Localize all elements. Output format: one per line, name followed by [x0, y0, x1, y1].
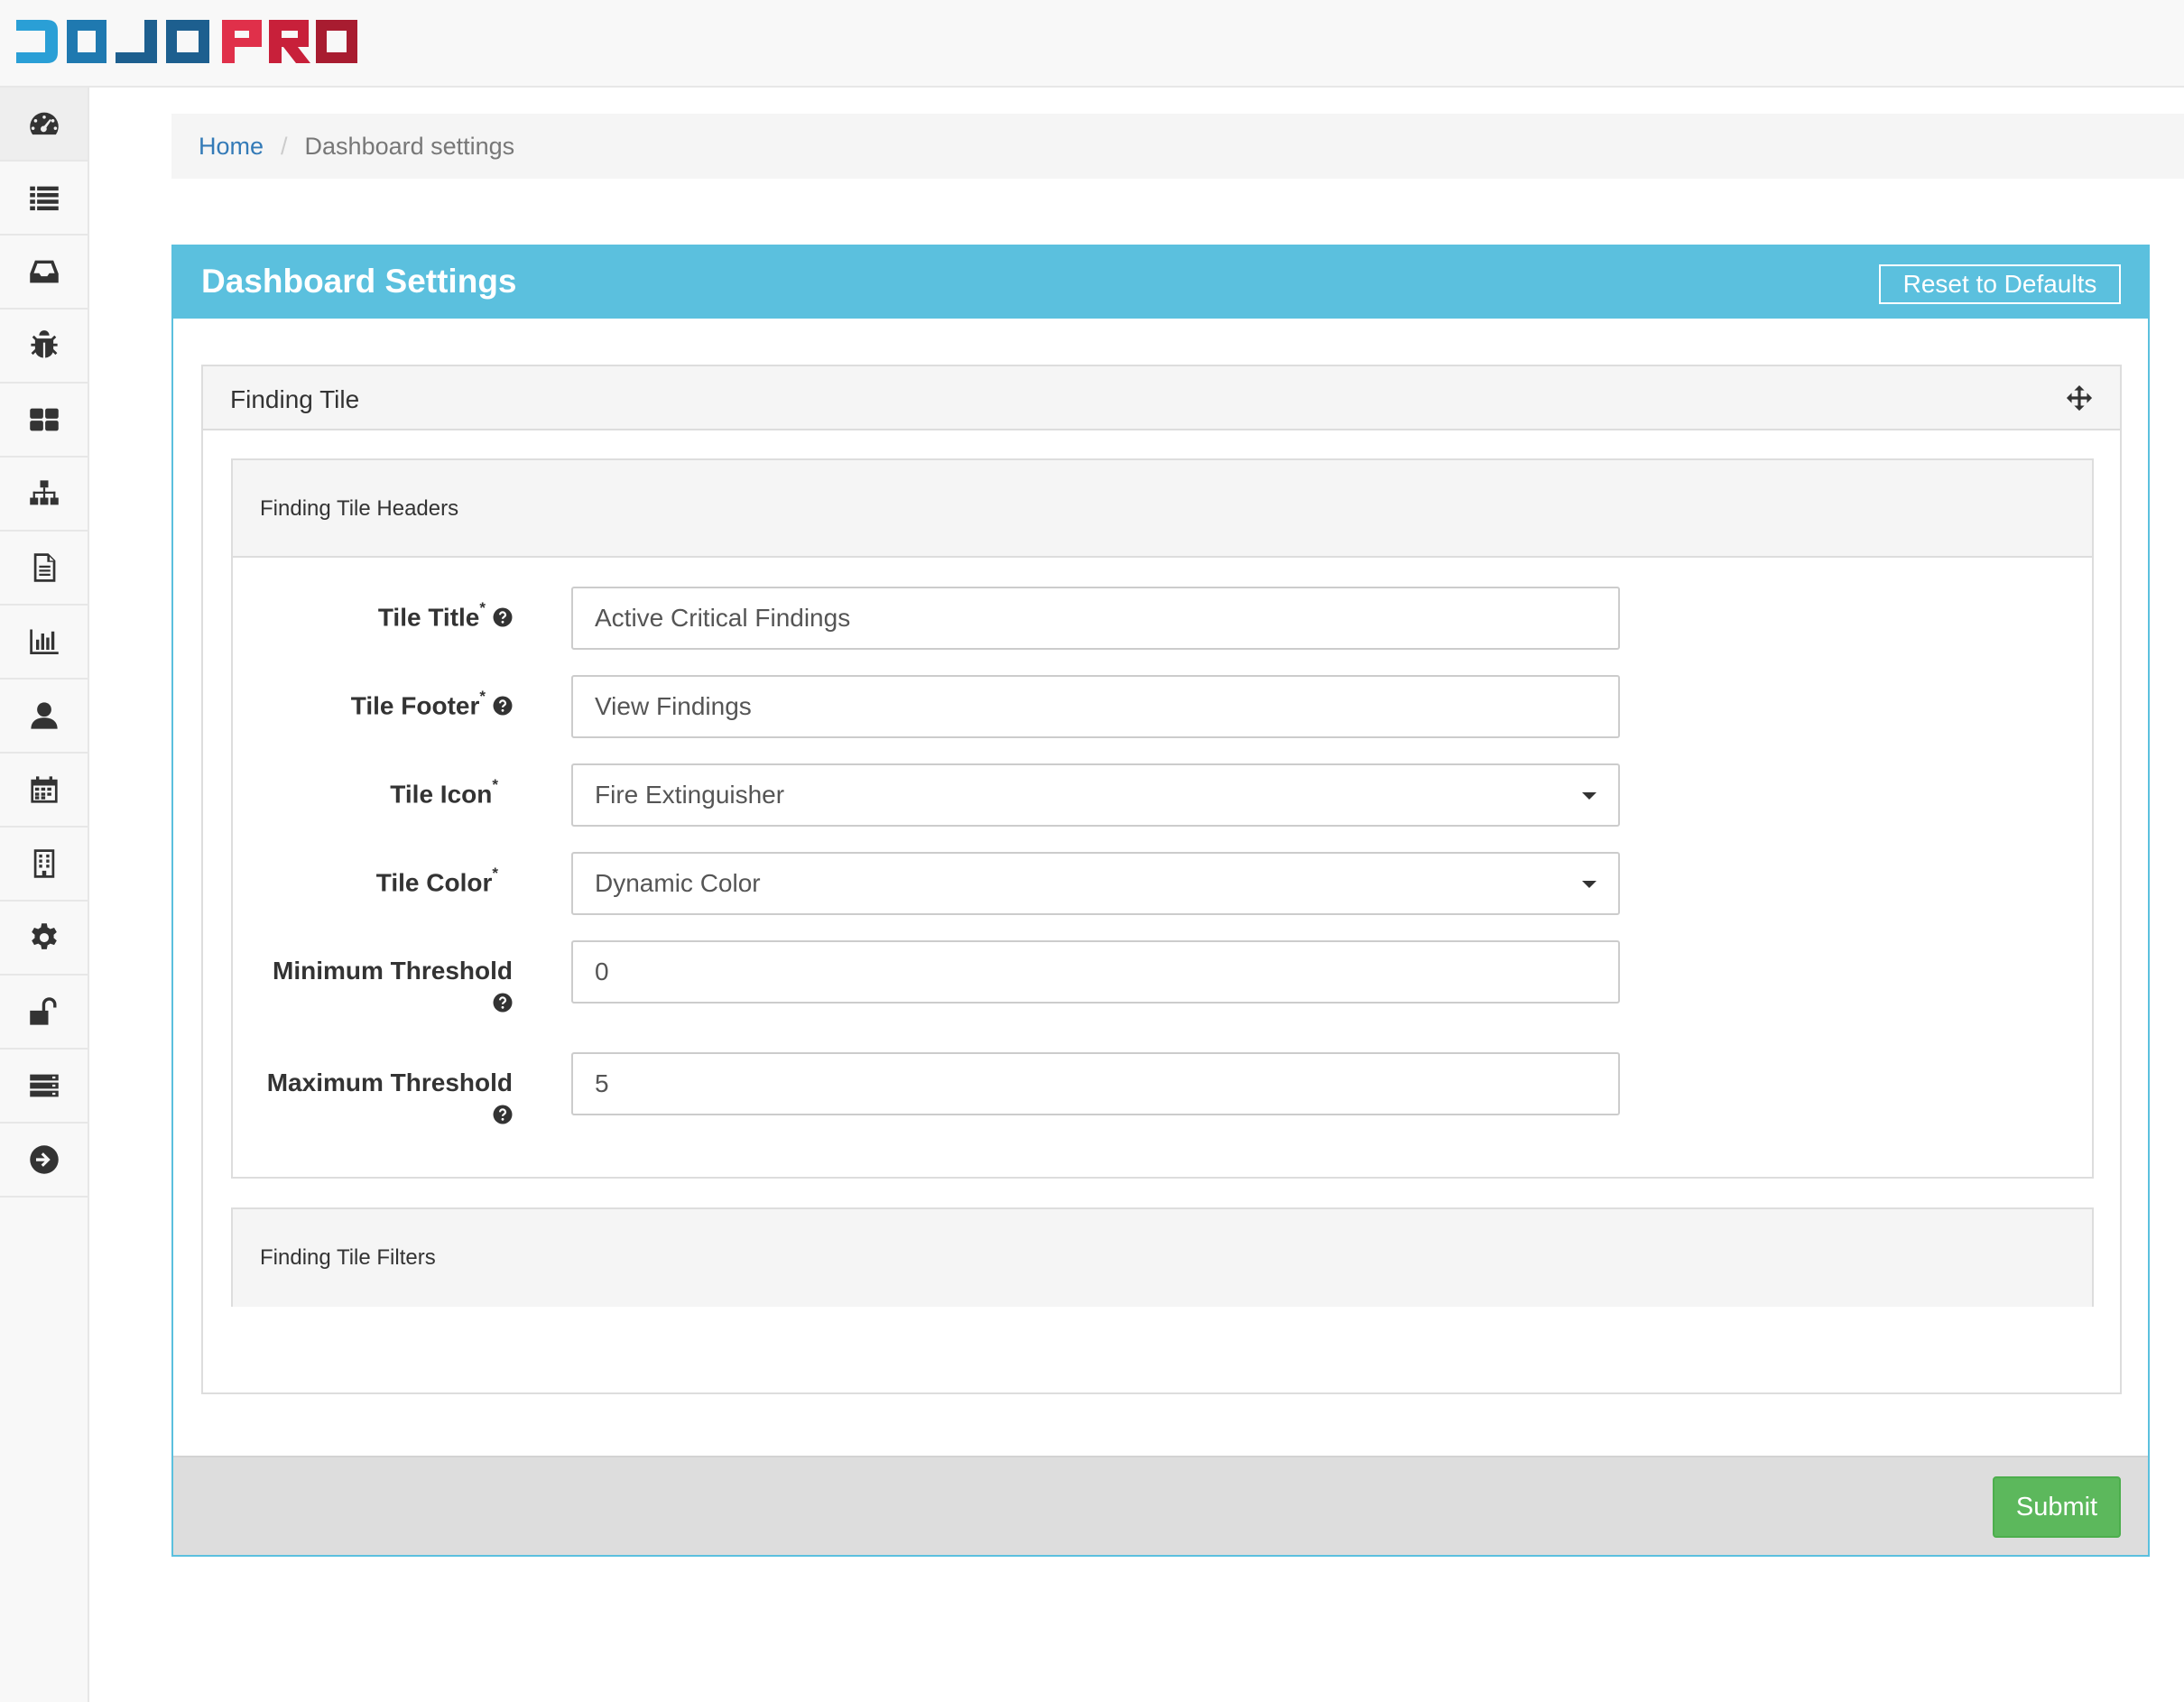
dashboard-icon	[29, 112, 59, 135]
tile-icon-label: Tile Icon*	[390, 776, 498, 809]
sidebar-item-users[interactable]	[0, 680, 88, 754]
dojo-pro-logo[interactable]	[16, 18, 357, 65]
tile-title-input[interactable]: Active Critical Findings	[571, 587, 1620, 650]
tile-icon-selected-value: Fire Extinguisher	[595, 781, 785, 809]
breadcrumb-home-link[interactable]: Home	[199, 133, 264, 161]
finding-tile-panel: Finding Tile Finding Tile Headers Tile T…	[201, 365, 2122, 1394]
sidebar-item-logout[interactable]	[0, 1124, 88, 1198]
list-icon	[29, 186, 59, 211]
panel-footer: Submit	[173, 1456, 2148, 1555]
minimum-threshold-label: Minimum Threshold	[273, 957, 513, 985]
move-icon[interactable]	[2066, 384, 2093, 412]
help-icon[interactable]	[493, 993, 513, 1013]
breadcrumb-current: Dashboard settings	[304, 132, 515, 160]
tile-title-label-text: Tile Title	[377, 603, 480, 632]
help-icon[interactable]	[493, 693, 513, 716]
sidebar	[0, 88, 89, 1702]
gear-icon	[31, 923, 57, 949]
sidebar-item-reports[interactable]	[0, 532, 88, 606]
calendar-icon	[30, 776, 58, 803]
bar-chart-icon	[29, 629, 59, 654]
bug-icon	[30, 330, 58, 358]
chevron-down-icon	[1582, 792, 1596, 800]
breadcrumb: Home / Dashboard settings	[171, 114, 2184, 179]
sidebar-item-organization[interactable]	[0, 828, 88, 902]
server-icon	[29, 1074, 59, 1097]
sidebar-item-calendar[interactable]	[0, 754, 88, 828]
finding-tile-heading: Finding Tile	[203, 366, 2120, 430]
reset-to-defaults-button[interactable]: Reset to Defaults	[1879, 264, 2121, 304]
tile-color-label-text: Tile Color	[375, 868, 493, 897]
finding-tile-headers-heading: Finding Tile Headers	[233, 460, 2092, 558]
sidebar-item-products[interactable]	[0, 384, 88, 458]
submit-button[interactable]: Submit	[1993, 1476, 2121, 1538]
grid-icon	[29, 408, 59, 431]
panel-heading: Dashboard Settings Reset to Defaults	[173, 246, 2148, 319]
help-icon[interactable]	[493, 605, 513, 627]
tile-footer-label-text: Tile Footer	[350, 691, 480, 720]
breadcrumb-separator: /	[281, 132, 288, 160]
tile-color-selected-value: Dynamic Color	[595, 869, 761, 897]
tile-color-select[interactable]: Dynamic Color	[571, 852, 1620, 915]
chevron-down-icon	[1582, 881, 1596, 888]
dashboard-settings-panel: Dashboard Settings Reset to Defaults Fin…	[171, 245, 2150, 1557]
maximum-threshold-label: Maximum Threshold	[266, 1068, 513, 1096]
tile-footer-input[interactable]: View Findings	[571, 675, 1620, 738]
page-title: Dashboard Settings	[201, 263, 517, 300]
finding-tile-filters-panel[interactable]: Finding Tile Filters	[231, 1207, 2094, 1307]
sidebar-item-product-types[interactable]	[0, 458, 88, 532]
inbox-icon	[29, 260, 59, 283]
tile-color-label: Tile Color*	[375, 865, 498, 897]
sidebar-item-permissions[interactable]	[0, 976, 88, 1050]
required-marker: *	[479, 599, 486, 616]
finding-tile-filters-title: Finding Tile Filters	[260, 1245, 436, 1270]
user-icon	[30, 702, 58, 729]
sidebar-item-configuration[interactable]	[0, 902, 88, 976]
sidebar-item-tools[interactable]	[0, 1050, 88, 1124]
top-navbar	[0, 0, 2184, 88]
finding-tile-headers-title: Finding Tile Headers	[260, 496, 459, 521]
sidebar-item-metrics[interactable]	[0, 606, 88, 680]
required-marker: *	[492, 865, 498, 882]
tile-title-label: Tile Title*	[377, 599, 513, 632]
finding-tile-filters-heading[interactable]: Finding Tile Filters	[233, 1209, 2092, 1307]
sitemap-icon	[29, 480, 59, 505]
sidebar-item-list[interactable]	[0, 162, 88, 236]
logo-mark	[16, 20, 357, 63]
required-marker: *	[492, 776, 498, 793]
document-icon	[33, 553, 55, 582]
sidebar-item-dashboard[interactable]	[0, 88, 88, 162]
tile-footer-label: Tile Footer*	[350, 688, 513, 720]
arrow-circle-right-icon	[29, 1145, 59, 1174]
tile-icon-select[interactable]: Fire Extinguisher	[571, 763, 1620, 827]
required-marker: *	[479, 688, 486, 705]
unlock-icon	[29, 997, 56, 1025]
maximum-threshold-input[interactable]: 5	[571, 1052, 1620, 1115]
minimum-threshold-input[interactable]: 0	[571, 940, 1620, 1004]
tile-icon-label-text: Tile Icon	[390, 780, 493, 809]
sidebar-item-findings[interactable]	[0, 310, 88, 384]
building-icon	[33, 849, 54, 878]
finding-tile-headers-panel: Finding Tile Headers Tile Title* Active …	[231, 458, 2094, 1179]
sidebar-item-inbox[interactable]	[0, 236, 88, 310]
finding-tile-title: Finding Tile	[230, 385, 360, 413]
help-icon[interactable]	[493, 1105, 513, 1124]
